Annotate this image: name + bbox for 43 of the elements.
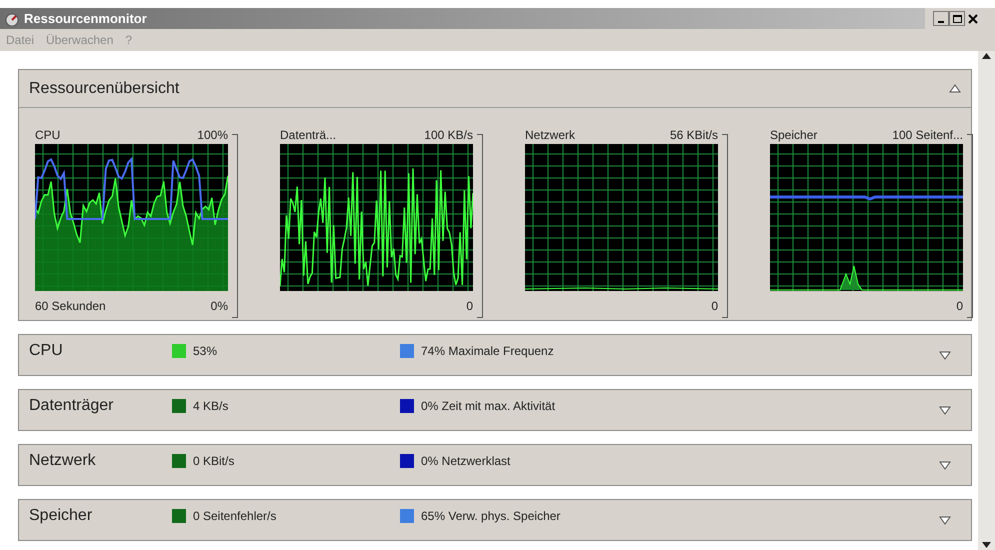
graph-min-label: 0% <box>210 298 228 313</box>
section-title: CPU <box>29 341 64 361</box>
section-title: Netzwerk <box>29 451 97 471</box>
scroll-down-icon[interactable] <box>982 542 991 548</box>
scroll-up-icon[interactable] <box>982 53 991 59</box>
graph-max-label: 56 KBit/s <box>670 127 718 144</box>
gauge-icon <box>4 12 20 26</box>
section-title: Datenträger <box>29 396 114 416</box>
collapse-arrow-icon[interactable] <box>949 84 961 93</box>
graph-label: CPU <box>35 127 60 144</box>
maximize-button[interactable] <box>949 11 965 26</box>
legend-value: 0% Netzwerklast <box>421 453 510 470</box>
graph-label: Speicher <box>770 127 818 144</box>
expand-arrow-icon[interactable] <box>939 406 951 414</box>
section-header[interactable]: Datenträger 4 KB/s 0% Zeit mit max. Aktivität <box>18 389 972 431</box>
overview-header[interactable]: Ressourcenübersicht <box>19 70 971 108</box>
expand-arrow-icon[interactable] <box>939 460 951 470</box>
expand-arrow-icon[interactable] <box>939 350 951 360</box>
legend-value: 0% Zeit mit max. Aktivität <box>421 398 556 415</box>
scrollbar[interactable] <box>978 51 995 550</box>
legend-value: 4 KB/s <box>193 398 228 415</box>
legend-value: 0 KBit/s <box>193 453 234 470</box>
legend-value: 74% Maximale Frequenz <box>421 343 554 360</box>
graph-min-label: 0 <box>466 298 473 313</box>
legend-value: 53% <box>193 343 218 360</box>
legend-value: 0 Seitenfehler/s <box>193 508 276 525</box>
minimize-button[interactable] <box>933 11 949 26</box>
graph-label: Datenträ... <box>280 127 336 144</box>
graph-min-label: 0 <box>711 298 718 313</box>
section-header[interactable]: CPU 53% 74% Maximale Frequenz <box>18 334 972 376</box>
graph-max-label: 100% <box>197 127 228 144</box>
graph-max-label: 100 KB/s <box>424 127 473 144</box>
graph-max-label: 100 Seitenf... <box>892 127 963 144</box>
time-span-label: 60 Sekunden <box>35 298 106 313</box>
window-title: Ressourcenmonitor <box>24 10 147 28</box>
graph-min-label: 0 <box>956 298 963 313</box>
section-title: Speicher <box>29 506 94 526</box>
expand-arrow-icon[interactable] <box>939 516 951 524</box>
graph-label: Netzwerk <box>525 127 576 144</box>
section-title: Ressourcenübersicht <box>29 78 180 98</box>
section-header[interactable]: Netzwerk 0 KBit/s 0% Netzwerklast <box>18 444 972 486</box>
section-header[interactable]: Speicher 0 Seitenfehler/s 65% Verw. phys. Speicher <box>18 499 972 541</box>
legend-value: 65% Verw. phys. Speicher <box>421 508 560 525</box>
